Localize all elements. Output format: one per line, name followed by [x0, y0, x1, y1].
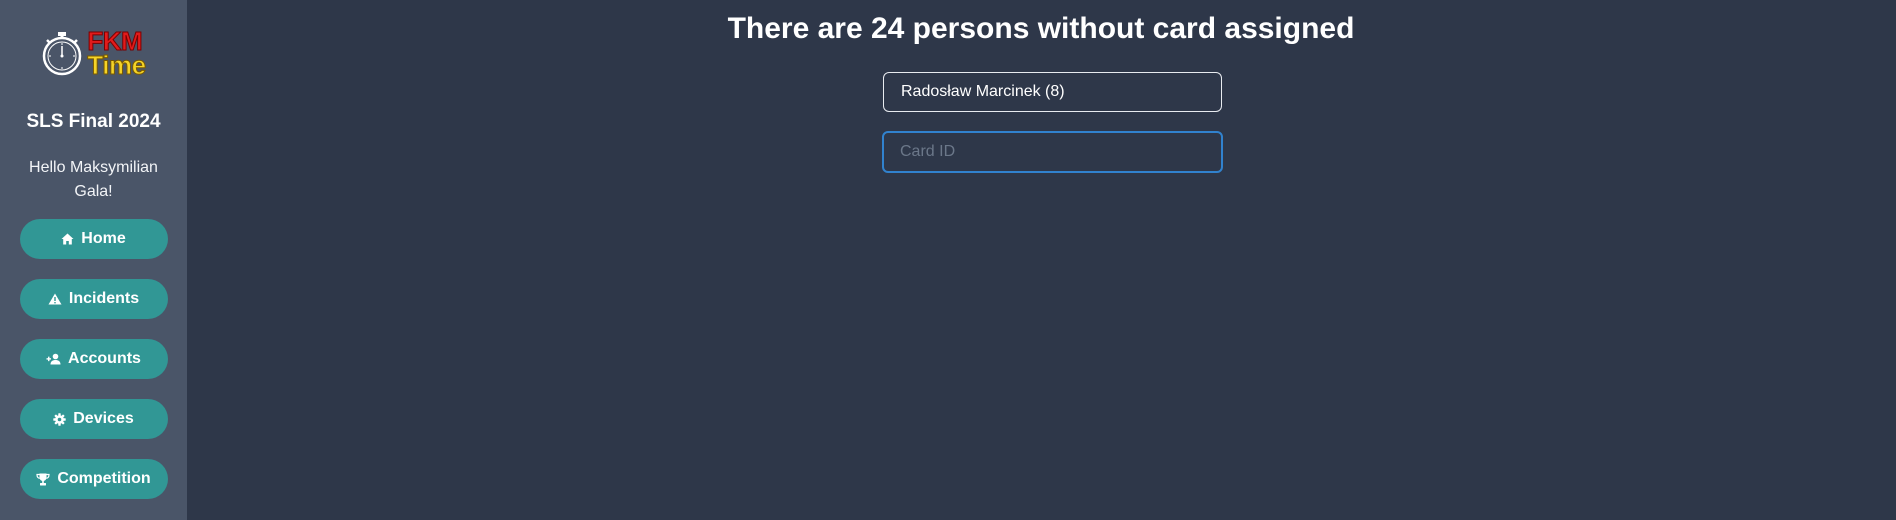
sidebar-nav: Home Incidents Accounts Devices Competit…: [19, 219, 168, 519]
nav-accounts-button[interactable]: Accounts: [19, 339, 168, 379]
nav-incidents-label: Incidents: [68, 290, 140, 307]
nav-devices-button[interactable]: Devices: [19, 399, 168, 439]
logo-text-time: Time: [87, 50, 147, 80]
event-name: SLS Final 2024: [26, 111, 161, 132]
app-logo[interactable]: FKM Time: [41, 27, 147, 80]
sidebar: FKM Time SLS Final 2024 Hello Maksymilia…: [0, 0, 187, 520]
person-select-value: Radosław Marcinek (8): [901, 83, 1065, 100]
page-title: There are 24 persons without card assign…: [727, 12, 1355, 45]
nav-devices-label: Devices: [73, 410, 134, 427]
nav-competition-button[interactable]: Competition: [19, 459, 168, 499]
stopwatch-icon: [43, 32, 82, 76]
nav-accounts-label: Accounts: [68, 350, 141, 367]
nav-incidents-button[interactable]: Incidents: [19, 279, 168, 319]
home-icon: [61, 233, 74, 245]
add-user-icon: [46, 353, 61, 365]
warning-icon: [48, 293, 62, 305]
card-id-input[interactable]: [882, 131, 1223, 173]
nav-home-label: Home: [81, 230, 126, 247]
trophy-icon: [36, 473, 50, 486]
gear-icon: [53, 412, 66, 426]
person-select[interactable]: Radosław Marcinek (8): [883, 72, 1222, 112]
nav-home-button[interactable]: Home: [19, 219, 168, 259]
main-content: There are 24 persons without card assign…: [187, 0, 1896, 520]
nav-competition-label: Competition: [57, 470, 151, 487]
greeting-text: Hello Maksymilian Gala!: [29, 159, 158, 200]
